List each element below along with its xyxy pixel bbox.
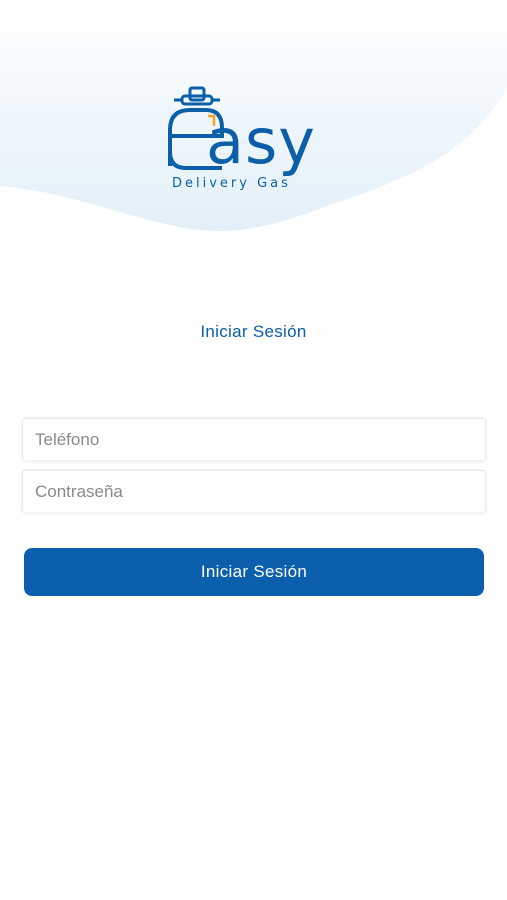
password-field (22, 470, 486, 512)
logo-wordmark: asy (206, 105, 316, 178)
phone-input[interactable] (23, 419, 485, 460)
page-title: Iniciar Sesión (200, 322, 307, 341)
login-screen: asy Delivery Gas Iniciar Sesión Iniciar … (0, 0, 507, 900)
phone-field (22, 418, 486, 460)
login-button[interactable]: Iniciar Sesión (24, 548, 484, 596)
logo-tagline: Delivery Gas (172, 176, 291, 191)
password-input[interactable] (23, 471, 485, 512)
